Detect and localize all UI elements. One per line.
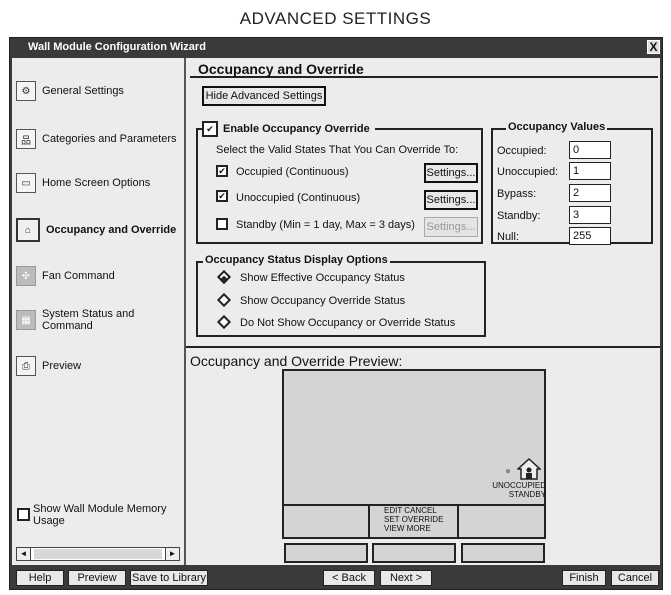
sidebar-item-label: System Status and Command [42,308,135,332]
close-button[interactable]: X [647,40,660,54]
sidebar-item-label: Fan Command [42,270,115,282]
next-button[interactable]: Next > [380,570,432,586]
occupied-checkbox[interactable]: ✔ [216,165,228,177]
sidebar-item-label: Home Screen Options [42,177,151,189]
softkey-labels: EDIT CANCEL SET OVERRIDE VIEW MORE [384,506,443,533]
house-icon: ⌂ [16,218,40,242]
override-instructions: Select the Valid States That You Can Ove… [216,144,459,156]
sidebar-item-preview[interactable]: ⎙ Preview [16,349,182,383]
preview-status: UNOCCUPIED STANDBY [478,481,546,499]
sidebar-item-system-status[interactable]: ▦ System Status and Command [16,303,182,337]
preview-softkey-button[interactable] [461,543,545,563]
preview-softkey-button[interactable] [284,543,368,563]
value-label-standby: Standby: [497,210,541,222]
value-input-bypass[interactable]: 2 [569,184,611,202]
preview-status-line2: STANDBY [508,490,546,499]
person-icon: ● [505,466,512,477]
occupied-label: Occupied (Continuous) [236,166,349,178]
value-input-standby[interactable]: 3 [569,206,611,224]
preview-divider [186,346,660,348]
preview-title: Occupancy and Override Preview: [190,353,403,369]
value-label-bypass: Bypass: [497,188,537,200]
value-label-occupied: Occupied: [497,145,547,157]
status-icon: ▦ [16,310,36,330]
hierarchy-icon: 品 [16,129,36,149]
section-title: Occupancy and Override [190,60,658,78]
finish-button[interactable]: Finish [562,570,606,586]
enable-override-checkbox[interactable]: ✔ [202,121,218,137]
sidebar-item-label: Occupancy and Override [46,224,177,236]
house-icon [516,457,542,480]
scroll-left-icon[interactable]: ◄ [17,548,31,560]
softkey-label: EDIT CANCEL [384,506,437,515]
sidebar-item-label: Categories and Parameters [42,133,177,145]
help-button[interactable]: Help [16,570,64,586]
sidebar-item-fan-command[interactable]: ✣ Fan Command [16,259,182,293]
preview-icon: ⎙ [16,356,36,376]
sidebar-item-occupancy[interactable]: ⌂ Occupancy and Override [16,213,182,247]
value-input-unoccupied[interactable]: 1 [569,162,611,180]
softkey-area-right [457,504,546,539]
display-option-label: Do Not Show Occupancy or Override Status [240,317,456,329]
back-button[interactable]: < Back [323,570,375,586]
cancel-button[interactable]: Cancel [611,570,659,586]
standby-settings-button[interactable]: Settings... [424,217,478,237]
sidebar-item-general-settings[interactable]: ⚙ General Settings [16,74,182,108]
standby-checkbox[interactable] [216,218,228,230]
enable-override-label: Enable Occupancy Override [221,123,372,135]
window-title: Wall Module Configuration Wizard [10,38,662,57]
value-label-null: Null: [497,231,520,243]
preview-status-line1: UNOCCUPIED [492,481,546,490]
softkey-label: SET OVERRIDE [384,515,444,524]
preview-button[interactable]: Preview [68,570,126,586]
display-option-label: Show Effective Occupancy Status [240,272,405,284]
hide-advanced-settings-button[interactable]: Hide Advanced Settings [202,86,326,106]
sidebar-item-label: General Settings [42,85,124,97]
softkey-label: VIEW MORE [384,524,431,533]
standby-label: Standby (Min = 1 day, Max = 3 days) [236,219,415,231]
value-input-null[interactable]: 255 [569,227,611,245]
display-options-title: Occupancy Status Display Options [203,254,390,266]
memory-usage-label: Show Wall Module Memory Usage [33,503,167,527]
occupancy-values-title: Occupancy Values [506,121,608,133]
sidebar-item-label: Preview [42,360,82,372]
enable-override-row: ✔ Enable Occupancy Override [202,121,375,137]
sidebar-item-home-screen[interactable]: ▭ Home Screen Options [16,166,182,200]
sidebar-item-categories[interactable]: 品 Categories and Parameters [16,122,182,156]
display-option-label: Show Occupancy Override Status [240,295,406,307]
fan-icon: ✣ [16,266,36,286]
value-input-occupied[interactable]: 0 [569,141,611,159]
save-to-library-button[interactable]: Save to Library [130,570,208,586]
unoccupied-settings-button[interactable]: Settings... [424,190,478,210]
memory-usage-checkbox[interactable] [17,508,30,521]
scroll-right-icon[interactable]: ► [165,548,179,560]
page-title: ADVANCED SETTINGS [239,9,432,28]
scroll-thumb[interactable] [34,549,162,559]
preview-softkey-button[interactable] [372,543,456,563]
softkey-area-left [282,504,370,539]
unoccupied-label: Unoccupied (Continuous) [236,192,361,204]
settings-icon: ⚙ [16,81,36,101]
value-label-unoccupied: Unoccupied: [497,166,559,178]
unoccupied-checkbox[interactable]: ✔ [216,190,228,202]
occupied-settings-button[interactable]: Settings... [424,163,478,183]
screen-icon: ▭ [16,173,36,193]
